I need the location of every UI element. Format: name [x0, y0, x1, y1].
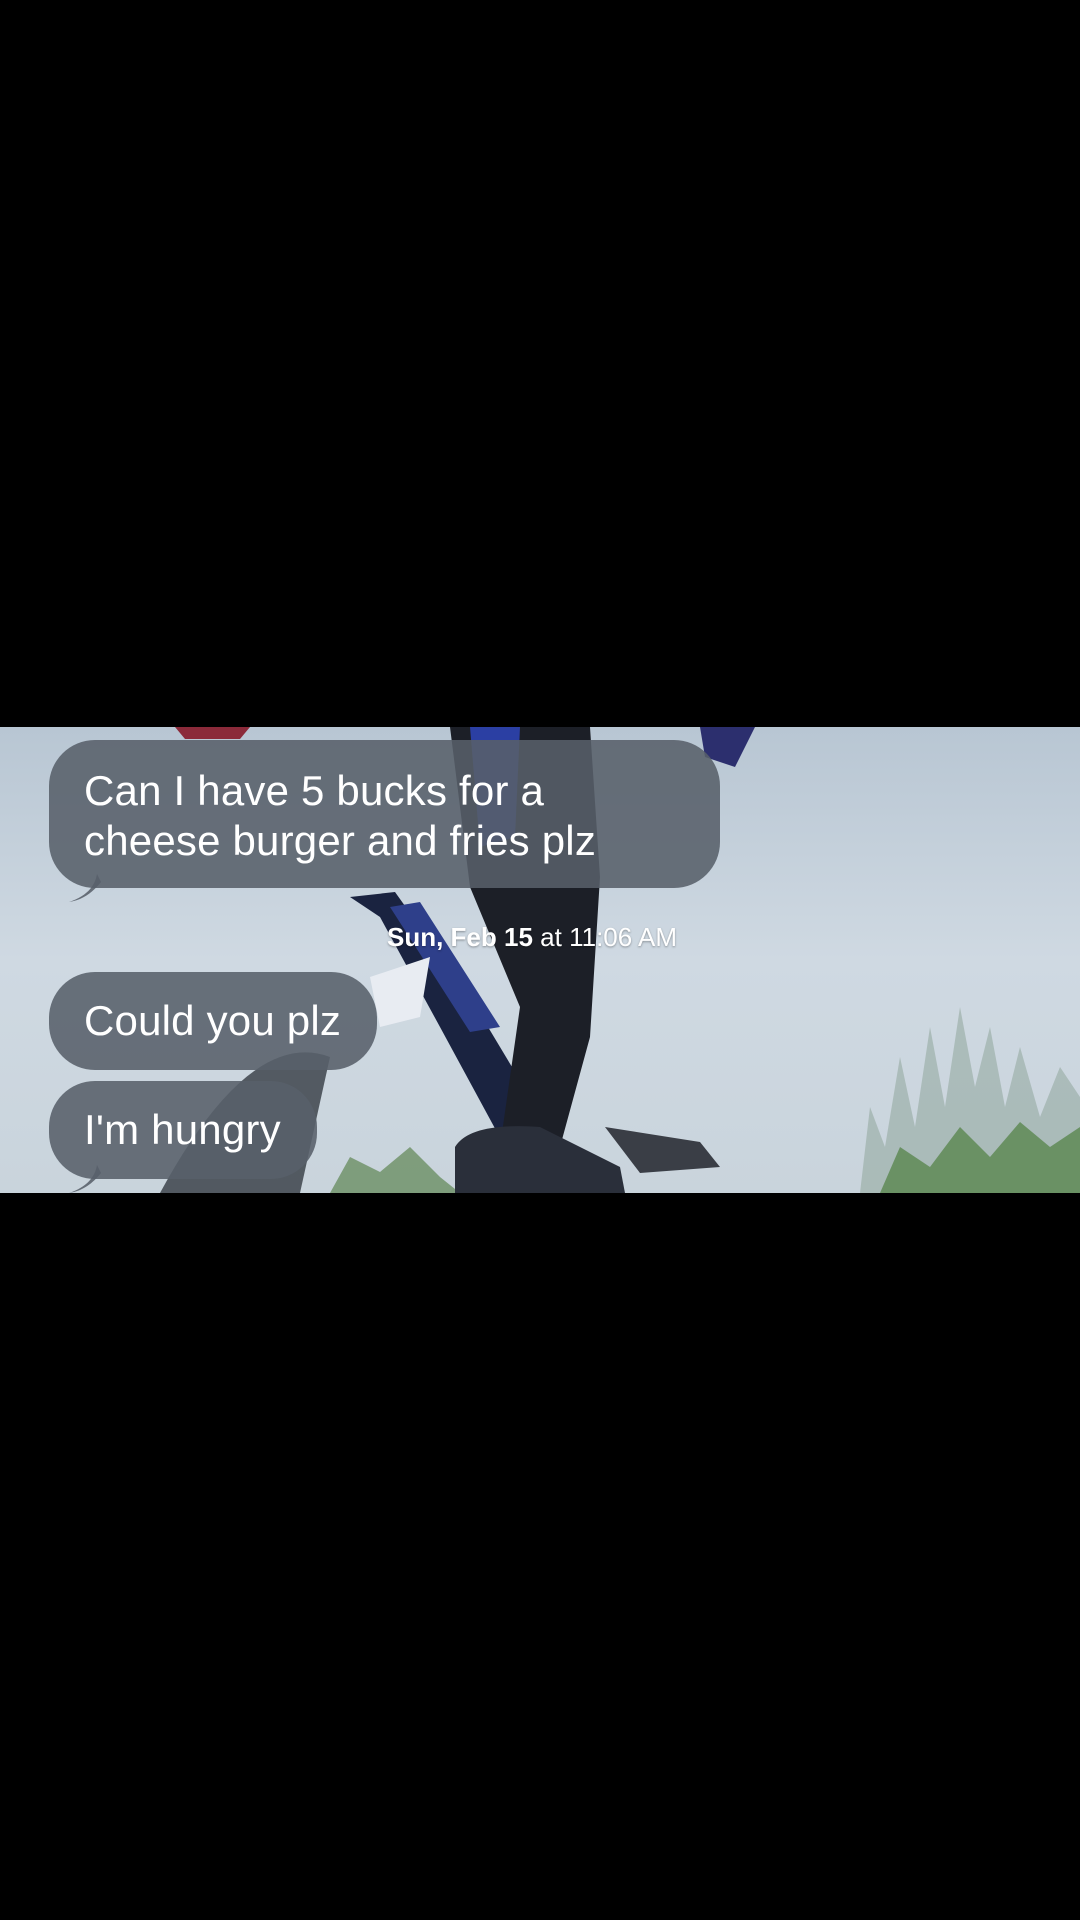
- message-bubble[interactable]: Can I have 5 bucks for a cheese burger a…: [49, 740, 720, 902]
- message-timestamp: Sun, Feb 15 at 11:06 AM: [387, 922, 677, 953]
- timestamp-time: 11:06 AM: [569, 922, 678, 952]
- conversation-view[interactable]: Can I have 5 bucks for a cheese burger a…: [0, 727, 1080, 1193]
- message-bubble[interactable]: I'm hungry: [49, 1081, 317, 1193]
- screen: Can I have 5 bucks for a cheese burger a…: [0, 0, 1080, 1920]
- timestamp-connector: at: [540, 922, 562, 952]
- message-bubble[interactable]: Could you plz: [49, 972, 378, 1070]
- message-text: Can I have 5 bucks for a cheese burger a…: [84, 767, 597, 864]
- timestamp-day: Sun, Feb 15: [387, 922, 533, 952]
- bubble-tail-icon: [69, 1165, 101, 1193]
- bubble-tail-icon: [69, 874, 101, 902]
- message-text: I'm hungry: [84, 1106, 281, 1153]
- message-text: Could you plz: [84, 997, 342, 1044]
